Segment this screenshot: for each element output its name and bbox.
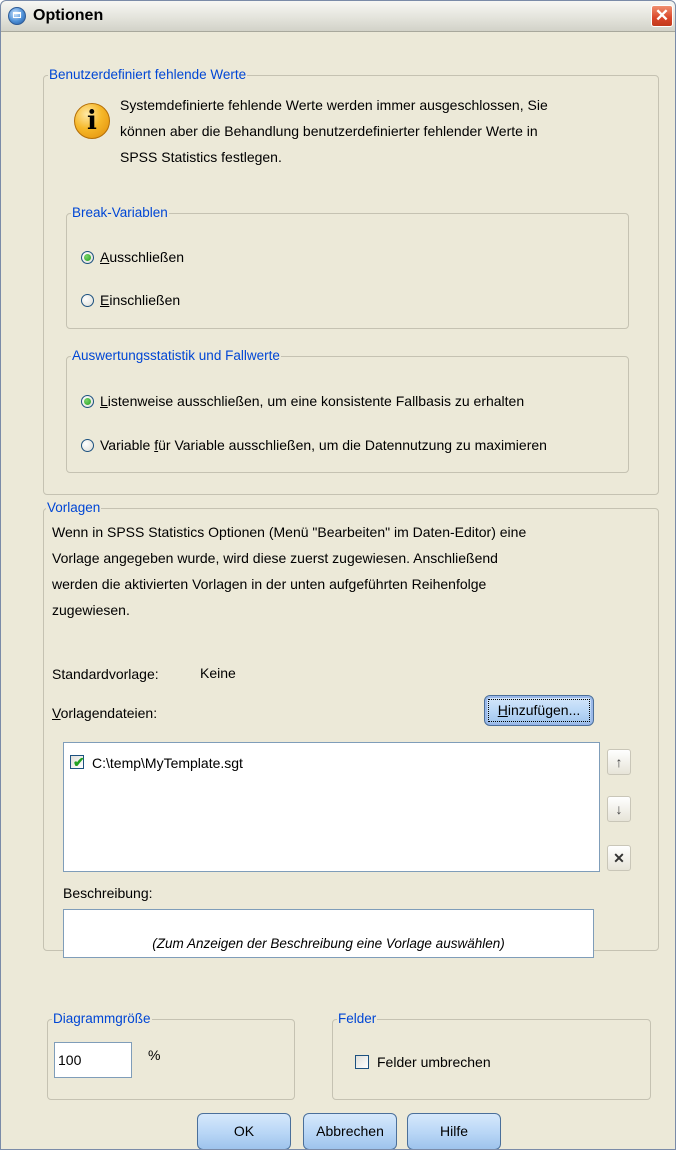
default-template-label: Standardvorlage: [52, 666, 159, 682]
chart-size-group: Diagrammgröße 100 % [47, 1011, 295, 1100]
mnemonic: L [100, 393, 108, 409]
label-before: Variable [100, 437, 155, 453]
template-file-checkbox[interactable]: ✔ [70, 754, 85, 770]
remove-button[interactable]: ✕ [607, 845, 631, 871]
chart-size-group-label: Diagrammgröße [52, 1011, 152, 1027]
radio-variable-by-variable[interactable] [81, 439, 94, 452]
info-icon: i [74, 103, 110, 139]
mnemonic: A [100, 249, 110, 265]
mnemonic: V [52, 705, 61, 721]
mnemonic: E [100, 292, 110, 308]
panels-group-label: Felder [337, 1011, 378, 1027]
summary-stats-group: Auswertungsstatistik und Fallwerte Liste… [66, 348, 629, 473]
info-line: Systemdefinierte fehlende Werte werden i… [120, 97, 548, 113]
chart-size-input[interactable]: 100 [54, 1042, 132, 1078]
summary-stats-group-label: Auswertungsstatistik und Fallwerte [71, 348, 281, 364]
close-button[interactable]: ✕ [651, 5, 673, 27]
missing-values-group-label: Benutzerdefiniert fehlende Werte [48, 67, 248, 83]
radio-listwise-label[interactable]: Listenweise ausschließen, um eine konsis… [100, 392, 524, 410]
help-button[interactable]: Hilfe [407, 1113, 501, 1149]
description-line: Vorlage angegeben wurde, wird diese zuer… [52, 550, 498, 566]
templates-description: Wenn in SPSS Statistics Optionen (Menü "… [52, 519, 526, 623]
radio-exclude-label[interactable]: Ausschließen [100, 248, 184, 266]
info-line: SPSS Statistics festlegen. [120, 149, 282, 165]
templates-group: Vorlagen Wenn in SPSS Statistics Optione… [43, 500, 659, 958]
description-line: zugewiesen. [52, 602, 130, 618]
title-bar[interactable]: Optionen ✕ [1, 1, 675, 32]
template-description-box: (Zum Anzeigen der Beschreibung eine Vorl… [63, 909, 594, 958]
template-file-path: C:\temp\MyTemplate.sgt [92, 755, 243, 771]
break-variables-group-label: Break-Variablen [71, 205, 169, 221]
missing-values-group: Benutzerdefiniert fehlende Werte i Syste… [43, 67, 659, 495]
template-files-label: Vorlagendateien: [52, 704, 157, 722]
arrow-down-icon: ↓ [615, 801, 623, 817]
arrow-up-icon: ↑ [615, 754, 623, 770]
check-icon: ✔ [73, 754, 85, 770]
close-icon: ✕ [654, 6, 670, 25]
label-rest: ür Variable ausschließen, um die Datennu… [158, 437, 547, 453]
label-rest: usschließen [109, 249, 185, 265]
focus-rect [488, 699, 590, 722]
label-rest: istenweise ausschließen, um eine konsist… [107, 393, 525, 409]
percent-unit: % [148, 1047, 161, 1063]
wrap-panels-label[interactable]: Felder umbrechen [377, 1053, 491, 1071]
move-down-button[interactable]: ↓ [607, 796, 631, 822]
template-files-list[interactable]: ✔ C:\temp\MyTemplate.sgt [63, 742, 600, 872]
templates-group-label: Vorlagen [46, 500, 102, 516]
description-line: werden die aktivierten Vorlagen in der u… [52, 576, 487, 592]
radio-variable-by-variable-label[interactable]: Variable für Variable ausschließen, um d… [100, 436, 547, 454]
description-placeholder: (Zum Anzeigen der Beschreibung eine Vorl… [152, 936, 505, 951]
panels-group: Felder Felder umbrechen [332, 1011, 651, 1100]
move-up-button[interactable]: ↑ [607, 749, 631, 775]
wrap-panels-checkbox[interactable] [355, 1055, 369, 1069]
missing-info-text: Systemdefinierte fehlende Werte werden i… [120, 92, 548, 170]
add-template-button[interactable]: Hinzufügen... [484, 695, 594, 726]
description-line: Wenn in SPSS Statistics Optionen (Menü "… [52, 524, 527, 540]
options-dialog: Optionen ✕ Benutzerdefiniert fehlende We… [0, 0, 676, 1150]
app-icon [8, 7, 26, 25]
info-line: können aber die Behandlung benutzerdefin… [120, 123, 538, 139]
default-template-value: Keine [200, 665, 236, 681]
radio-exclude[interactable] [81, 251, 94, 264]
dialog-body: Benutzerdefiniert fehlende Werte i Syste… [5, 32, 675, 1149]
description-label: Beschreibung: [63, 885, 153, 901]
ok-button[interactable]: OK [197, 1113, 291, 1149]
dialog-title: Optionen [33, 7, 104, 24]
radio-include-label[interactable]: Einschließen [100, 291, 180, 309]
break-variables-group: Break-Variablen Ausschließen Einschließe… [66, 205, 629, 329]
radio-listwise[interactable] [81, 395, 94, 408]
radio-include[interactable] [81, 294, 94, 307]
label-rest: inschließen [109, 292, 181, 308]
cancel-button[interactable]: Abbrechen [303, 1113, 397, 1149]
delete-icon: ✕ [613, 850, 625, 866]
label-rest: orlagendateien: [60, 705, 158, 721]
